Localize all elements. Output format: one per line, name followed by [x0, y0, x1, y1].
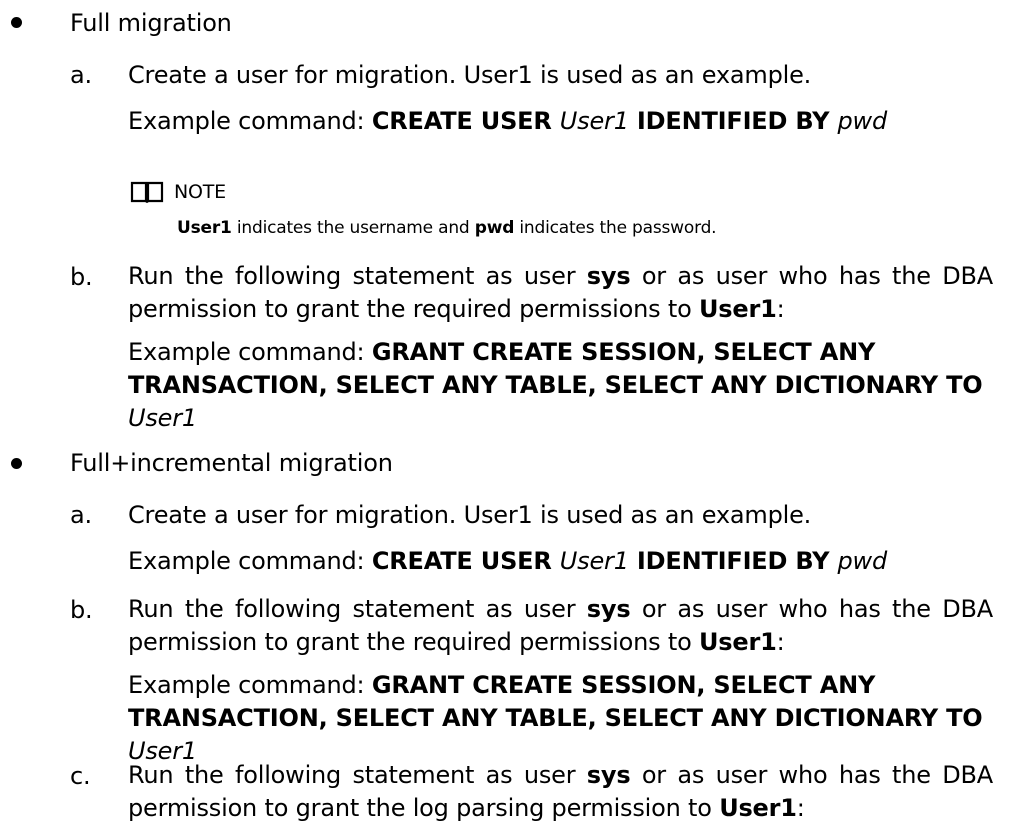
example-command: Example command: CREATE USER User1 IDENT… [128, 545, 993, 578]
command-keyword: IDENTIFIED BY [628, 107, 838, 135]
command-user: User1 [128, 404, 197, 432]
user-target: User1 [699, 295, 777, 323]
step-letter: b. [70, 263, 93, 291]
step-text: Create a user for migration. User1 is us… [128, 501, 812, 529]
user-sys: sys [586, 595, 631, 623]
user-target: User1 [719, 794, 797, 822]
text-run: Run the following statement as user [128, 761, 587, 789]
note-body: User1 indicates the username and pwd ind… [177, 216, 717, 240]
example-command: Example command: CREATE USER User1 IDENT… [128, 105, 993, 138]
user-sys: sys [586, 761, 631, 789]
book-icon [130, 181, 164, 203]
command-keyword: CREATE USER [371, 547, 560, 575]
note-pwd: pwd [474, 218, 515, 238]
step-letter: a. [70, 61, 92, 89]
note-user: User1 [177, 218, 232, 238]
step-letter: a. [70, 501, 92, 529]
step-text: Create a user for migration. User1 is us… [128, 61, 812, 89]
text-run: Run the following statement as user [128, 262, 587, 290]
step-text: Run the following statement as user sys … [128, 260, 993, 326]
command-user: User1 [559, 547, 629, 575]
bullet-label: Full+incremental migration [70, 449, 393, 477]
note-text: indicates the username and [231, 218, 475, 238]
bullet-label: Full migration [70, 9, 232, 37]
command-prefix: Example command: [128, 338, 372, 366]
text-run: Run the following statement as user [128, 595, 587, 623]
command-keyword: IDENTIFIED BY [628, 547, 838, 575]
text-run: : [776, 295, 785, 323]
command-prefix: Example command: [128, 671, 372, 699]
step-text: Run the following statement as user sys … [128, 593, 993, 659]
bullet-icon [11, 17, 22, 28]
command-keyword: CREATE USER [371, 107, 560, 135]
step-letter: c. [70, 762, 91, 790]
note-header: NOTE [130, 180, 226, 204]
bullet-icon [11, 458, 22, 469]
user-target: User1 [699, 628, 777, 656]
example-command: Example command: GRANT CREATE SESSION, S… [128, 669, 998, 768]
command-password: pwd [837, 547, 887, 575]
command-prefix: Example command: [128, 547, 372, 575]
example-command: Example command: GRANT CREATE SESSION, S… [128, 336, 998, 435]
step-letter: b. [70, 596, 93, 624]
text-run: : [796, 794, 805, 822]
text-run: : [776, 628, 785, 656]
note-text: indicates the password. [514, 218, 717, 238]
command-user: User1 [559, 107, 629, 135]
note-title: NOTE [174, 181, 226, 203]
user-sys: sys [586, 262, 631, 290]
step-text: Run the following statement as user sys … [128, 759, 993, 825]
command-prefix: Example command: [128, 107, 372, 135]
command-password: pwd [837, 107, 887, 135]
